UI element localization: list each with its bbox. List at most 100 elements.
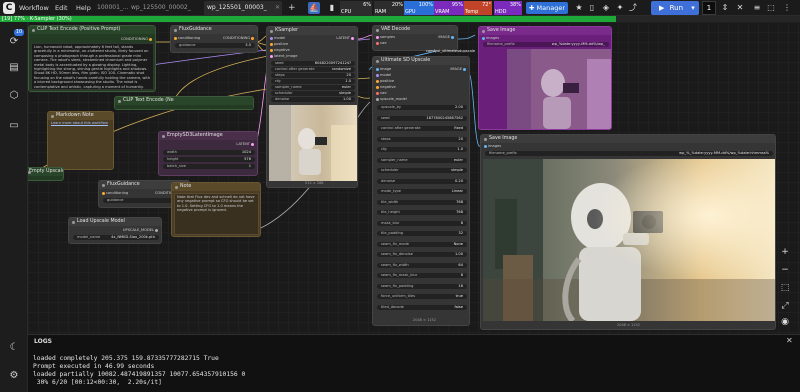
markdown-note-node[interactable]: Markdown Note Learn more about this work… xyxy=(47,111,114,170)
clip-text-encode-negative-node[interactable]: CLIP Text Encode (Ne xyxy=(114,96,254,110)
toggle-links-eye-icon[interactable]: ◉ xyxy=(778,316,792,328)
markdown-link[interactable]: Learn more about this workflow xyxy=(48,120,113,127)
menu-edit[interactable]: Edit xyxy=(55,3,68,13)
empty-latent-image-node[interactable]: EmptySD3LatentImage LATENT width 1024 hei… xyxy=(158,131,258,176)
height-widget[interactable]: height 576 xyxy=(163,157,255,162)
denoise-widget[interactable]: denoise 0.20 xyxy=(377,178,467,184)
preview-save-image-node[interactable]: Save Image images filename_prefix wp_%dat… xyxy=(478,26,612,130)
control-after-generate-widget[interactable]: control after generate fixed xyxy=(377,126,467,131)
seam-fix-width-widget[interactable]: seam_fix_width 64 xyxy=(377,262,467,268)
clip-text-encode-positive-node[interactable]: CLIP Text Encode (Positive Prompt) CONDI… xyxy=(28,25,156,92)
latent-image-input[interactable]: latent_image xyxy=(269,54,298,59)
mode-type-widget[interactable]: mode_type Linear xyxy=(377,189,467,194)
vae-input[interactable]: vae xyxy=(375,91,387,96)
cfg-widget[interactable]: cfg 1.0 xyxy=(377,147,467,152)
tab-workflow-3[interactable]: wp_125501_00003_ xyxy=(204,1,282,15)
guidance-widget[interactable]: guidance 3.5 xyxy=(175,43,255,48)
load-upscale-model-node[interactable]: Load Upscale Model UPSCALE_MODEL model_n… xyxy=(68,217,162,244)
force-uniform-tiles-widget[interactable]: force_uniform_tiles true xyxy=(377,294,467,299)
note-textarea[interactable]: Note that Flux dev and schnell do not ha… xyxy=(174,193,259,235)
upscale-model-input[interactable]: upscale_model xyxy=(375,97,407,102)
model-library-icon[interactable]: ⬡ xyxy=(6,88,22,104)
image-input[interactable]: image xyxy=(375,67,391,72)
close-icon[interactable]: ✕ xyxy=(786,336,793,345)
model-input[interactable]: model xyxy=(375,73,391,78)
flux-guidance-node[interactable]: FluxGuidance conditioning CONDITIONING g… xyxy=(170,25,258,53)
vae-input[interactable]: vae xyxy=(375,41,387,46)
ultimate-sd-upscale-node[interactable]: Ultimate SD Upscale IMAGE image model po… xyxy=(372,56,470,326)
seed-widget[interactable]: seed 1877800245867562 xyxy=(377,115,467,121)
conditioning-input[interactable]: conditioning xyxy=(173,36,200,41)
fullscreen-icon[interactable]: ⬚ xyxy=(765,2,777,14)
filename-prefix-widget[interactable]: filename_prefix wp_%date:yyyy-MM-dd%/wp_ xyxy=(483,42,609,47)
images-input[interactable]: images xyxy=(481,36,499,41)
negative-input[interactable]: negative xyxy=(269,48,290,53)
puzzle-piece-icon[interactable]: ✦ xyxy=(614,2,626,14)
denoise-widget[interactable]: denoise 1.00 xyxy=(271,97,355,102)
node-library-icon[interactable]: ▤ xyxy=(6,60,22,76)
image-output[interactable]: IMAGE xyxy=(450,67,467,72)
node-graph-canvas[interactable]: CLIP Text Encode (Positive Prompt) CONDI… xyxy=(28,22,800,334)
scheduler-widget[interactable]: scheduler simple xyxy=(377,168,467,173)
latent-output[interactable]: LATENT xyxy=(336,36,355,41)
cancel-icon[interactable]: ✕ xyxy=(734,2,746,14)
queue-history-icon[interactable]: ⟳ xyxy=(6,34,22,50)
run-button[interactable]: ▶ Run ▾ xyxy=(651,1,699,15)
save-image-node[interactable]: Save Image images filename_prefix wp_%_%d… xyxy=(480,134,776,330)
conditioning-input[interactable]: conditioning xyxy=(101,191,128,196)
negative-input[interactable]: negative xyxy=(375,85,396,90)
zoom-in-icon[interactable]: + xyxy=(778,246,792,258)
zoom-out-icon[interactable]: − xyxy=(778,264,792,276)
queue-icon[interactable]: ≡ xyxy=(751,2,763,14)
tile-padding-widget[interactable]: tile_padding 32 xyxy=(377,231,467,236)
tile-width-widget[interactable]: tile_width 768 xyxy=(377,199,467,205)
positive-input[interactable]: positive xyxy=(269,42,288,47)
latent-output[interactable]: LATENT xyxy=(236,142,255,147)
samples-input[interactable]: samples xyxy=(375,35,395,40)
manager-button[interactable]: ✚ Manager xyxy=(526,2,568,14)
theme-moon-icon[interactable]: ☾ xyxy=(6,340,22,356)
pointer-mode-icon[interactable]: ⤢ xyxy=(778,300,792,312)
star-icon[interactable]: ★ xyxy=(573,2,585,14)
seam-fix-padding-widget[interactable]: seam_fix_padding 16 xyxy=(377,283,467,289)
image-output[interactable]: IMAGE xyxy=(438,35,455,40)
sampler-name-widget[interactable]: sampler_name euler xyxy=(271,85,355,90)
bookmark-outline-icon[interactable]: ▯ xyxy=(586,2,598,14)
gamepad-icon[interactable]: ◈ xyxy=(600,2,612,14)
tile-height-widget[interactable]: tile_height 768 xyxy=(377,210,467,215)
workflows-folder-icon[interactable]: ▭ xyxy=(6,118,22,134)
model-input[interactable]: model xyxy=(269,36,285,41)
menu-help[interactable]: Help xyxy=(76,3,91,13)
batch-size-widget[interactable]: batch_size 1 xyxy=(163,164,255,169)
tiled-decode-widget[interactable]: tiled_decode false xyxy=(377,304,467,310)
steps-widget[interactable]: steps 20 xyxy=(271,73,355,78)
stepper-icon[interactable]: ⇕ xyxy=(719,2,731,14)
batch-count-input[interactable]: 1 xyxy=(702,1,716,15)
images-input[interactable]: images xyxy=(483,144,501,149)
mask-blur-widget[interactable]: mask_blur 8 xyxy=(377,220,467,226)
more-icon[interactable]: ⋮ xyxy=(781,2,793,14)
settings-gear-icon[interactable]: ⚙ xyxy=(6,368,22,384)
close-tab-icon[interactable]: ✕ xyxy=(275,1,280,15)
seam-fix-mask-blur-widget[interactable]: seam_fix_mask_blur 8 xyxy=(377,273,467,278)
empty-upscale-prompt-node[interactable]: Empty Upscale Prompt xyxy=(28,167,64,181)
model-name-widget[interactable]: model_name 4x_NMKD-Siax_200k.pth xyxy=(73,235,159,240)
menu-workflow[interactable]: Workflow xyxy=(19,3,49,13)
tab-workflow-1[interactable]: 100001_... xyxy=(94,1,129,15)
upscale-model-output[interactable]: UPSCALE_MODEL xyxy=(123,228,159,233)
share-icon[interactable]: ⤴ xyxy=(627,2,639,14)
control-after-generate-widget[interactable]: control after generate randomize xyxy=(271,67,355,72)
fit-view-icon[interactable]: ⬚ xyxy=(778,282,792,294)
sailboat-icon[interactable]: ⛵ xyxy=(308,2,320,14)
seam-fix-denoise-widget[interactable]: seam_fix_denoise 1.00 xyxy=(377,252,467,257)
seam-fix-mode-widget[interactable]: seam_fix_mode None xyxy=(377,241,467,247)
prompt-textarea[interactable]: Lion, humanoid robot, approximately 6 fe… xyxy=(31,43,154,90)
steps-widget[interactable]: steps 20 xyxy=(377,136,467,142)
sampler-name-widget[interactable]: sampler_name euler xyxy=(377,157,467,163)
positive-input[interactable]: positive xyxy=(375,79,394,84)
add-tab-button[interactable]: + xyxy=(288,1,296,15)
seed-widget[interactable]: seed 604822009724124? xyxy=(271,61,355,66)
comfy-logo-icon[interactable]: C xyxy=(3,2,15,14)
conditioning-output[interactable]: CONDITIONING xyxy=(121,37,153,42)
width-widget[interactable]: width 1024 xyxy=(163,150,255,155)
